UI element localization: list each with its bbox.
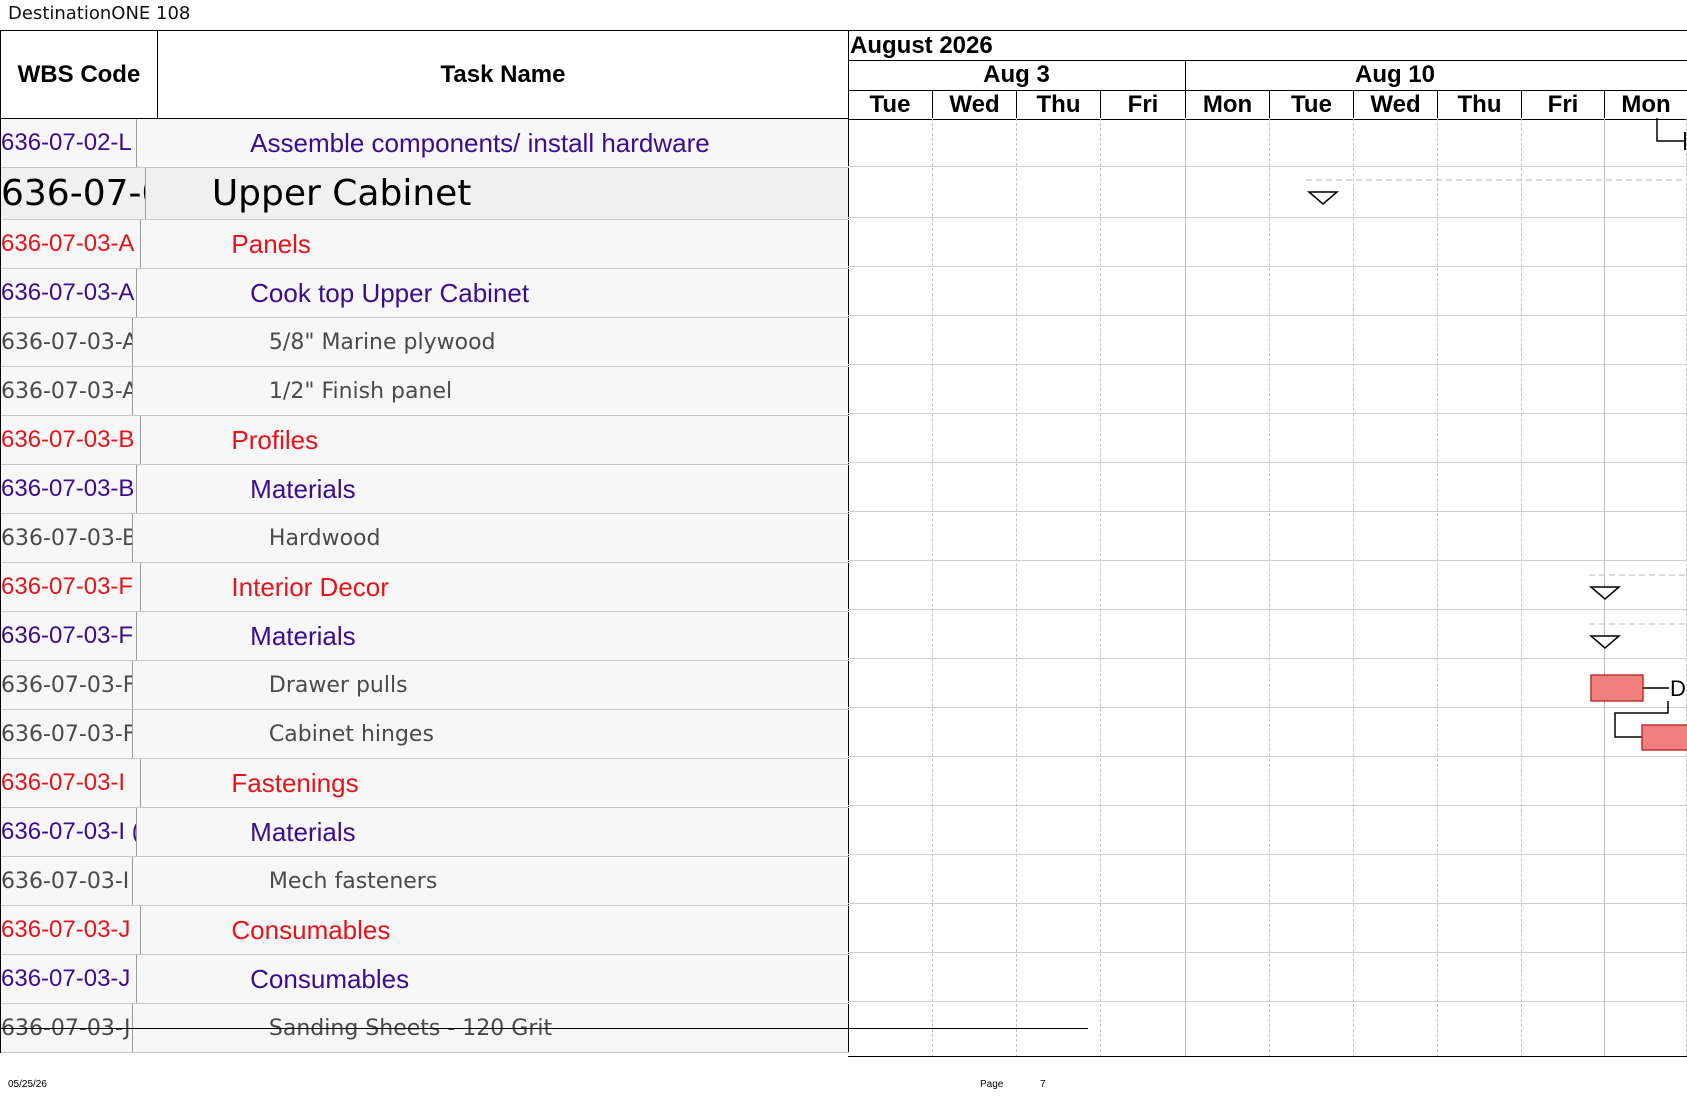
wbs-code-cell: 636-07-03-J ( [1,955,138,1003]
task-name-header[interactable]: Task Name [158,31,849,118]
task-name-cell: Materials [137,465,849,513]
timescale-day: Thu [1437,91,1521,119]
task-name-cell: Assemble components/ install hardware [137,119,849,167]
task-name-cell: Fastenings [141,759,849,807]
task-name-cell: 5/8" Marine plywood [133,318,849,366]
wbs-code-cell: 636-07-03-I 01 [1,857,133,905]
timescale-day: Mon [1604,91,1687,119]
table-row[interactable]: 636-07-03-B 0Hardwood [1,514,849,563]
footer-page-number: 7 [1040,1079,1046,1090]
wbs-code-cell: 636-07-03-A 0 [1,367,133,415]
table-row[interactable]: 636-07-03-F Materials [1,612,849,661]
task-bar-label: D [1670,676,1686,701]
task-bar-cabinet-hinges[interactable] [1641,724,1687,751]
wbs-code-cell: 636-07-03-J [1,906,142,954]
footer-page-label: Page [980,1079,1004,1090]
wbs-code-cell: 636-07-03-A 0 [1,318,133,366]
table-row[interactable]: 636-07-03-I (Materials [1,808,849,857]
gantt-chart: August 2026 Aug 3 Aug 10 Tue Wed Thu Fri… [848,30,1687,1057]
wbs-code-cell: 636-07-03-I ( [1,808,138,856]
table-row[interactable]: 636-07-03-A 05/8" Marine plywood [1,318,849,367]
gantt-grid: D [848,118,1687,1057]
task-name-cell: Materials [137,612,849,660]
wbs-code-cell: 636-07-03-I [1,759,142,807]
task-name-cell: Mech fasteners [133,857,849,905]
timescale-month: August 2026 [850,32,993,59]
timescale-day: Fri [1521,91,1604,119]
task-name-cell: Panels [141,220,849,268]
timescale-day: Tue [1269,91,1353,119]
table-row[interactable]: 636-07-03-A Panels [1,220,849,269]
timescale-day: Tue [869,91,911,118]
table-row[interactable]: 636-07-03-A Cook top Upper Cabinet [1,269,849,318]
footer-rule [0,1028,1088,1029]
task-name-cell: 1/2" Finish panel [133,367,849,415]
table-row[interactable]: 636-07-03Upper Cabinet [1,168,849,220]
wbs-code-cell: 636-07-03-F [1,612,138,660]
summary-marker-materials[interactable] [1588,623,1687,649]
table-row[interactable]: 636-07-03-I Fastenings [1,759,849,808]
table-row[interactable]: 636-07-03-J Consumables [1,906,849,955]
wbs-code-cell: 636-07-03 [1,168,146,219]
task-name-cell: Drawer pulls [133,661,849,709]
timescale-day: Fri [1100,91,1185,119]
table-row[interactable]: 636-07-02-L Assemble components/ install … [1,119,849,168]
wbs-code-header[interactable]: WBS Code [1,31,158,118]
table-row[interactable]: 636-07-03-F Interior Decor [1,563,849,612]
wbs-code-cell: 636-07-03-B [1,465,138,513]
timescale-week-aug-3: Aug 3 [983,61,1050,88]
timescale-day: Wed [1353,91,1437,119]
wbs-code-cell: 636-07-03-B [1,416,142,464]
task-name-cell: Materials [137,808,849,856]
table-row[interactable]: 636-07-03-B Materials [1,465,849,514]
task-name-cell: Hardwood [133,514,849,562]
dependency-connector [1656,118,1686,150]
summary-marker-interior-decor[interactable] [1588,574,1687,600]
table-row[interactable]: 636-07-03-I 01Mech fasteners [1,857,849,906]
table-row[interactable]: 636-07-03-B Profiles [1,416,849,465]
wbs-code-cell: 636-07-03-F 0 [1,710,133,758]
timescale-week-aug-10: Aug 10 [1185,61,1604,90]
timescale-day: Wed [932,91,1016,119]
wbs-code-cell: 636-07-02-L [1,119,138,167]
footer-date: 05/25/26 [8,1079,47,1090]
timescale-day: Thu [1016,91,1100,119]
task-name-cell: Cabinet hinges [133,710,849,758]
table-row[interactable]: 636-07-03-F 0Drawer pulls [1,661,849,710]
table-row[interactable]: 636-07-03-J (Consumables [1,955,849,1004]
wbs-code-cell: 636-07-03-F 0 [1,661,133,709]
summary-marker-upper-cabinet[interactable] [1306,179,1687,205]
gantt-timescale-header: August 2026 Aug 3 Aug 10 Tue Wed Thu Fri… [848,30,1687,120]
task-name-cell: Interior Decor [141,563,849,611]
table-body: 636-07-02-L Assemble components/ install … [1,119,849,1053]
table-row[interactable]: 636-07-03-F 0Cabinet hinges [1,710,849,759]
task-table: WBS Code Task Name 636-07-02-L Assemble c… [0,30,849,1053]
gantt-bars-layer: D [1306,118,1687,751]
document-title: DestinationONE 108 [8,3,191,24]
task-bar-drawer-pulls[interactable]: D [1590,674,1686,702]
task-name-cell: Consumables [141,906,849,954]
table-header: WBS Code Task Name [1,31,849,119]
task-name-cell: Upper Cabinet [146,168,849,219]
task-name-cell: Profiles [141,416,849,464]
table-row[interactable]: 636-07-03-A 01/2" Finish panel [1,367,849,416]
task-name-cell: Consumables [137,955,849,1003]
task-name-cell: Cook top Upper Cabinet [137,269,849,317]
wbs-code-cell: 636-07-03-F [1,563,142,611]
wbs-code-cell: 636-07-03-A [1,269,138,317]
wbs-code-cell: 636-07-03-A [1,220,142,268]
wbs-code-cell: 636-07-03-B 0 [1,514,133,562]
timescale-day: Mon [1185,91,1269,119]
